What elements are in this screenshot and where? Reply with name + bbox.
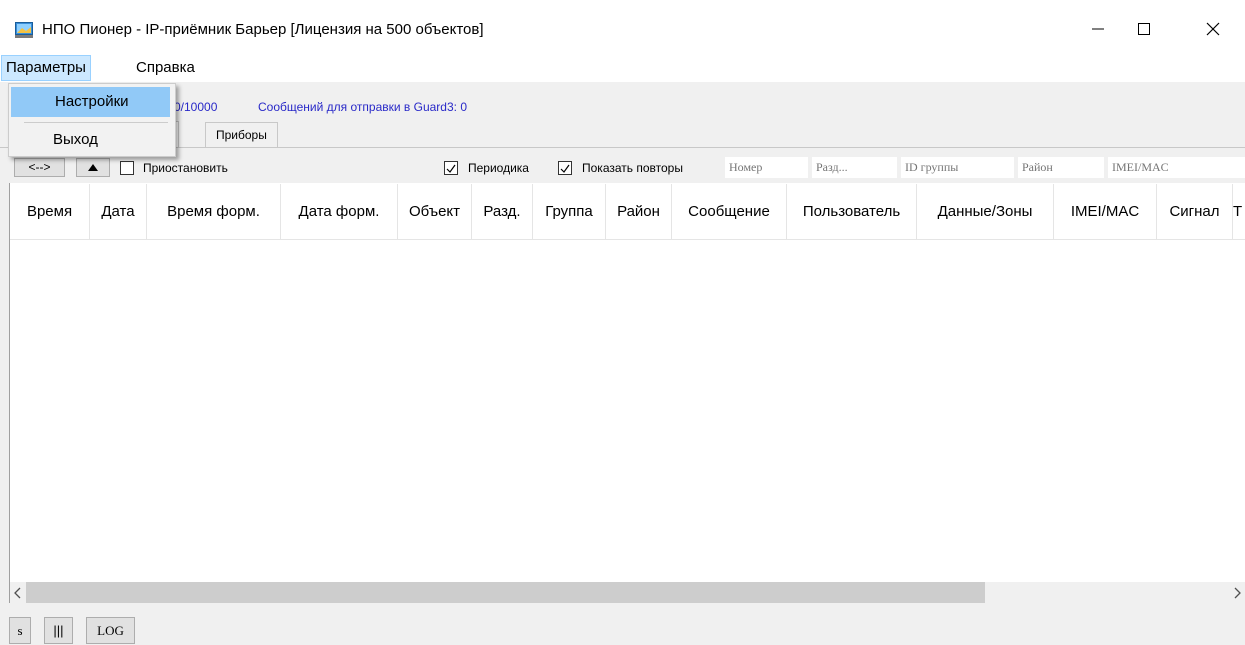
number-filter-input[interactable] (725, 157, 808, 178)
log-button[interactable]: LOG (86, 617, 135, 644)
pause-label: Приостановить (143, 161, 228, 175)
column-header-form-date[interactable]: Дата форм. (281, 184, 398, 239)
maximize-button[interactable] (1121, 10, 1167, 48)
checkmark-icon (560, 164, 570, 173)
chevron-left-icon (14, 587, 21, 598)
column-header-signal[interactable]: Сигнал (1157, 184, 1233, 239)
section-filter-input[interactable] (812, 157, 897, 178)
periodic-checkbox[interactable] (444, 161, 458, 175)
column-header-time[interactable]: Время (10, 184, 90, 239)
scroll-top-button[interactable] (76, 158, 110, 177)
scroll-right-button[interactable] (1229, 582, 1245, 603)
show-repeats-checkbox[interactable] (558, 161, 572, 175)
column-header-t[interactable]: Т (1233, 184, 1245, 239)
periodic-label: Периодика (468, 161, 529, 175)
imei-filter-input[interactable] (1108, 157, 1245, 178)
column-header-district[interactable]: Район (606, 184, 672, 239)
column-header-message[interactable]: Сообщение (672, 184, 787, 239)
scroll-left-button[interactable] (10, 582, 26, 603)
triangle-up-icon (88, 164, 98, 171)
chevron-right-icon (1234, 587, 1241, 598)
pause-checkbox[interactable] (120, 161, 134, 175)
scroll-toggle-button[interactable]: <--> (14, 158, 65, 177)
column-header-imei[interactable]: IMEI/MAC (1054, 184, 1157, 239)
district-filter-input[interactable] (1018, 157, 1104, 178)
menu-separator (24, 122, 168, 123)
column-header-group[interactable]: Группа (533, 184, 606, 239)
status-bars-button[interactable]: ||| (44, 617, 73, 644)
menu-item-exit[interactable]: Выход (53, 131, 98, 148)
close-button[interactable] (1190, 10, 1236, 48)
guard-queue-status: Сообщений для отправки в Guard3: 0 (258, 100, 467, 114)
column-header-data-zones[interactable]: Данные/Зоны (917, 184, 1054, 239)
message-counter: 0/10000 (174, 100, 218, 114)
group-id-filter-input[interactable] (901, 157, 1014, 178)
column-header-user[interactable]: Пользователь (787, 184, 917, 239)
show-repeats-label: Показать повторы (582, 161, 683, 175)
column-header-date[interactable]: Дата (90, 184, 147, 239)
app-icon (15, 22, 33, 38)
status-s-button[interactable]: s (9, 617, 31, 644)
tab-devices[interactable]: Приборы (205, 122, 278, 147)
menu-item-settings-label: Настройки (55, 93, 129, 110)
column-header-object[interactable]: Объект (398, 184, 472, 239)
menu-help[interactable]: Справка (132, 56, 199, 80)
close-icon (1206, 22, 1220, 36)
minimize-icon (1092, 28, 1104, 30)
column-header-section[interactable]: Разд. (472, 184, 533, 239)
minimize-button[interactable] (1075, 10, 1121, 48)
maximize-icon (1138, 23, 1150, 35)
scrollbar-thumb[interactable] (26, 582, 985, 603)
window-title: НПО Пионер - IP-приёмник Барьер [Лицензи… (42, 21, 484, 38)
menu-parameters[interactable]: Параметры (1, 55, 91, 81)
events-grid[interactable] (9, 183, 1245, 603)
column-header-form-time[interactable]: Время форм. (147, 184, 281, 239)
checkmark-icon (446, 164, 456, 173)
